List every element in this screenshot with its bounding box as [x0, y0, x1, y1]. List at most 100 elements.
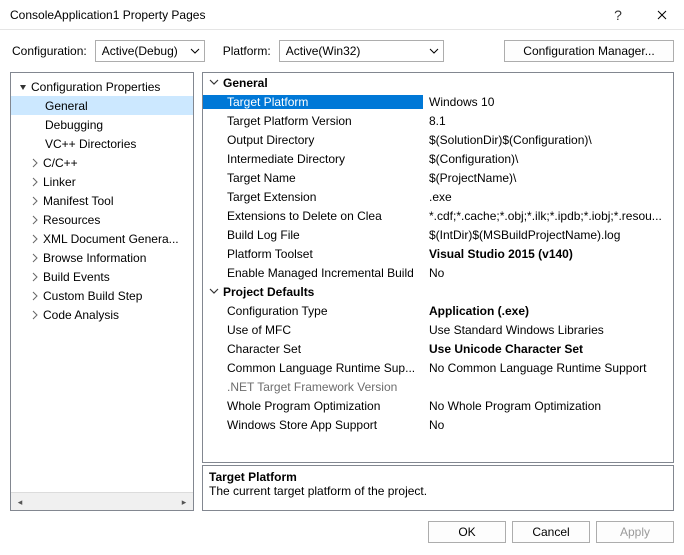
property-value[interactable]: Use Unicode Character Set	[423, 342, 673, 356]
property-rows: GeneralTarget PlatformWindows 10Target P…	[203, 73, 673, 434]
property-row[interactable]: Configuration TypeApplication (.exe)	[203, 301, 673, 320]
tree-item-label: XML Document Genera...	[43, 232, 179, 246]
tree-item[interactable]: Browse Information	[11, 248, 193, 267]
configuration-combo[interactable]: Active(Debug)	[95, 40, 205, 62]
category-label: General	[223, 76, 268, 90]
platform-label: Platform:	[223, 44, 271, 58]
property-value[interactable]: Application (.exe)	[423, 304, 673, 318]
tree-item[interactable]: Linker	[11, 172, 193, 191]
description-pane: Target Platform The current target platf…	[202, 465, 674, 511]
property-row[interactable]: Target Platform Version8.1	[203, 111, 673, 130]
tree-view: Configuration Properties General Debugging…	[10, 72, 194, 511]
close-button[interactable]	[640, 0, 684, 30]
property-row[interactable]: .NET Target Framework Version	[203, 377, 673, 396]
platform-value: Active(Win32)	[286, 44, 361, 58]
property-value[interactable]: No Common Language Runtime Support	[423, 361, 673, 375]
property-name: Build Log File	[203, 228, 423, 242]
tree-item[interactable]: Manifest Tool	[11, 191, 193, 210]
configuration-label: Configuration:	[12, 44, 87, 58]
configuration-manager-button[interactable]: Configuration Manager...	[504, 40, 674, 62]
property-value[interactable]: $(IntDir)$(MSBuildProjectName).log	[423, 228, 673, 242]
property-row[interactable]: Enable Managed Incremental BuildNo	[203, 263, 673, 282]
property-row[interactable]: Whole Program OptimizationNo Whole Progr…	[203, 396, 673, 415]
expander-icon	[29, 310, 41, 320]
close-icon	[657, 10, 667, 20]
property-name: .NET Target Framework Version	[203, 380, 423, 394]
platform-combo[interactable]: Active(Win32)	[279, 40, 444, 62]
property-name: Configuration Type	[203, 304, 423, 318]
category-label: Project Defaults	[223, 285, 314, 299]
cancel-button[interactable]: Cancel	[512, 521, 590, 543]
chevron-down-icon	[429, 46, 439, 56]
property-row[interactable]: Character SetUse Unicode Character Set	[203, 339, 673, 358]
expander-open-icon	[17, 82, 29, 92]
property-value[interactable]: No Whole Program Optimization	[423, 399, 673, 413]
scroll-right-icon[interactable]: ▸	[175, 493, 193, 511]
chevron-down-icon	[209, 285, 219, 299]
property-row[interactable]: Build Log File$(IntDir)$(MSBuildProjectN…	[203, 225, 673, 244]
property-value[interactable]: No	[423, 418, 673, 432]
expander-icon	[29, 177, 41, 187]
tree-scrollbar[interactable]: ◂ ▸	[11, 492, 193, 510]
property-name: Target Name	[203, 171, 423, 185]
property-value[interactable]: Windows 10	[423, 95, 673, 109]
property-name: Intermediate Directory	[203, 152, 423, 166]
property-name: Common Language Runtime Sup...	[203, 361, 423, 375]
property-category[interactable]: General	[203, 73, 673, 92]
system-buttons: ?	[596, 0, 684, 30]
property-name: Character Set	[203, 342, 423, 356]
tree-item-label: VC++ Directories	[45, 137, 136, 151]
property-name: Whole Program Optimization	[203, 399, 423, 413]
property-row[interactable]: Common Language Runtime Sup...No Common …	[203, 358, 673, 377]
property-value[interactable]: 8.1	[423, 114, 673, 128]
property-value[interactable]: $(ProjectName)\	[423, 171, 673, 185]
property-row[interactable]: Target Name$(ProjectName)\	[203, 168, 673, 187]
tree-item[interactable]: Resources	[11, 210, 193, 229]
tree-item[interactable]: General	[11, 96, 193, 115]
property-value[interactable]: $(Configuration)\	[423, 152, 673, 166]
chevron-down-icon	[209, 76, 219, 90]
description-text: The current target platform of the proje…	[209, 484, 667, 498]
ok-button[interactable]: OK	[428, 521, 506, 543]
property-value[interactable]: No	[423, 266, 673, 280]
property-value[interactable]: *.cdf;*.cache;*.obj;*.ilk;*.ipdb;*.iobj;…	[423, 209, 673, 223]
tree-item[interactable]: VC++ Directories	[11, 134, 193, 153]
tree-item-label: General	[45, 99, 88, 113]
property-name: Enable Managed Incremental Build	[203, 266, 423, 280]
tree-item[interactable]: Debugging	[11, 115, 193, 134]
property-row[interactable]: Target Extension.exe	[203, 187, 673, 206]
property-name: Target Platform Version	[203, 114, 423, 128]
property-value[interactable]: .exe	[423, 190, 673, 204]
tree-item[interactable]: Build Events	[11, 267, 193, 286]
help-button[interactable]: ?	[596, 0, 640, 30]
tree-item[interactable]: Custom Build Step	[11, 286, 193, 305]
config-toolbar: Configuration: Active(Debug) Platform: A…	[0, 30, 684, 72]
scroll-left-icon[interactable]: ◂	[11, 493, 29, 511]
tree-root[interactable]: Configuration Properties	[11, 77, 193, 96]
property-row[interactable]: Extensions to Delete on Clea*.cdf;*.cach…	[203, 206, 673, 225]
chevron-down-icon	[190, 46, 200, 56]
property-category[interactable]: Project Defaults	[203, 282, 673, 301]
tree-item-label: Custom Build Step	[43, 289, 142, 303]
tree-item[interactable]: C/C++	[11, 153, 193, 172]
expander-icon	[29, 215, 41, 225]
property-row[interactable]: Windows Store App SupportNo	[203, 415, 673, 434]
property-row[interactable]: Target PlatformWindows 10	[203, 92, 673, 111]
tree-item-label: C/C++	[43, 156, 78, 170]
property-value[interactable]: Use Standard Windows Libraries	[423, 323, 673, 337]
expander-icon	[29, 272, 41, 282]
tree-item-label: Linker	[43, 175, 76, 189]
tree-item[interactable]: Code Analysis	[11, 305, 193, 324]
property-value[interactable]: Visual Studio 2015 (v140)	[423, 247, 673, 261]
property-row[interactable]: Use of MFCUse Standard Windows Libraries	[203, 320, 673, 339]
tree-item[interactable]: XML Document Genera...	[11, 229, 193, 248]
property-row[interactable]: Intermediate Directory$(Configuration)\	[203, 149, 673, 168]
expander-icon	[29, 253, 41, 263]
tree-item-label: Manifest Tool	[43, 194, 113, 208]
tree-scroll[interactable]: Configuration Properties General Debugging…	[11, 73, 193, 492]
property-row[interactable]: Platform ToolsetVisual Studio 2015 (v140…	[203, 244, 673, 263]
apply-button[interactable]: Apply	[596, 521, 674, 543]
tree-item-label: Resources	[43, 213, 100, 227]
property-value[interactable]: $(SolutionDir)$(Configuration)\	[423, 133, 673, 147]
property-row[interactable]: Output Directory$(SolutionDir)$(Configur…	[203, 130, 673, 149]
